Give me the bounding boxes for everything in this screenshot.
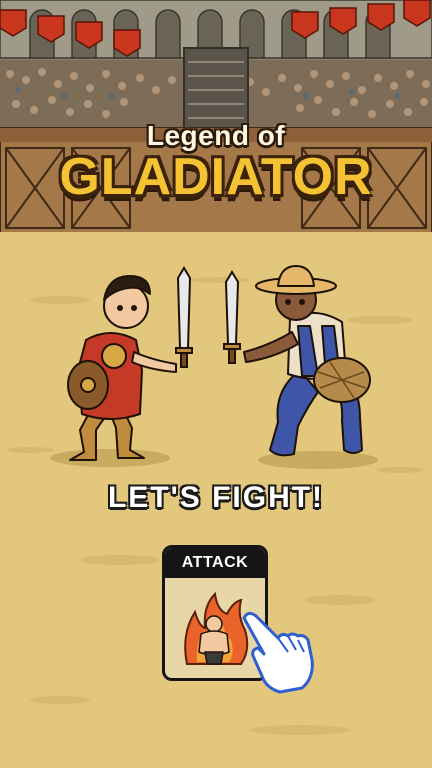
game-logo: Legend of GLADIATOR (0, 120, 432, 204)
pointing-hand-icon (242, 611, 314, 694)
attack-card-label: ATTACK (165, 548, 265, 578)
player-sword (175, 266, 193, 368)
logo-title: GLADIATOR (59, 148, 373, 206)
opponent-sword (223, 270, 241, 364)
fight-prompt: LET'S FIGHT! (107, 481, 325, 514)
